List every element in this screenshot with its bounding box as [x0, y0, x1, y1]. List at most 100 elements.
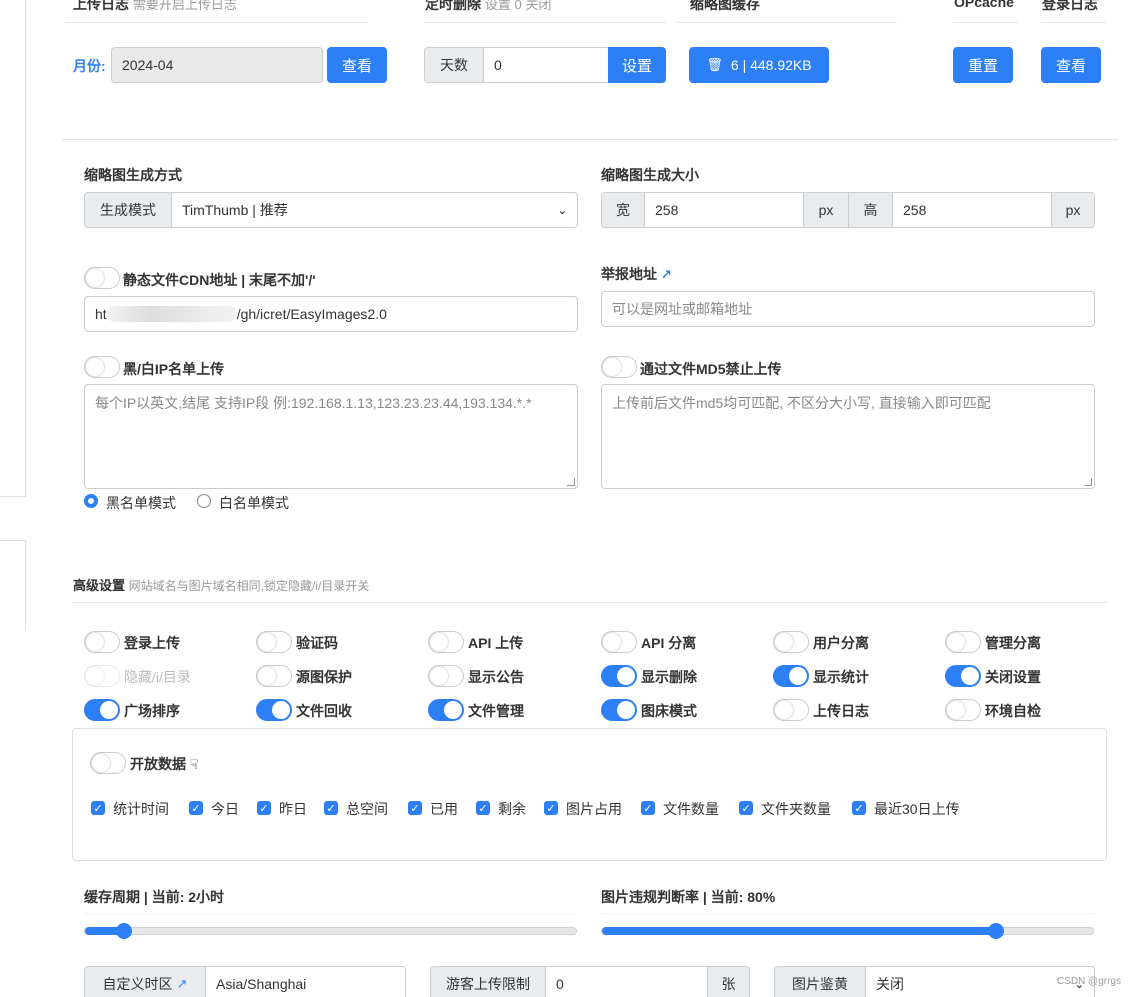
open-data-checkbox[interactable]: ✓	[189, 801, 203, 815]
open-data-checkbox[interactable]: ✓	[408, 801, 422, 815]
advanced-toggle[interactable]	[945, 631, 981, 653]
resize-handle[interactable]	[1084, 478, 1092, 486]
open-data-checkbox[interactable]: ✓	[324, 801, 338, 815]
md5-placeholder: 上传前后文件md5均可匹配, 不区分大小写, 直接输入即可匹配	[612, 395, 991, 411]
view-upload-log-button[interactable]: 查看	[327, 47, 387, 83]
md5-toggle[interactable]	[601, 356, 637, 378]
open-data-checkbox-label: 图片占用	[566, 801, 622, 817]
open-data-toggle[interactable]	[90, 752, 126, 774]
whitelist-radio[interactable]	[197, 494, 211, 508]
open-data-label-text: 开放数据	[130, 756, 186, 772]
advanced-toggle[interactable]	[256, 665, 292, 687]
advanced-toggle[interactable]	[945, 665, 981, 687]
advanced-toggle-label: 图床模式	[641, 703, 697, 719]
days-input[interactable]: 0	[483, 47, 609, 83]
resize-handle[interactable]	[567, 478, 575, 486]
advanced-toggle[interactable]	[84, 699, 120, 721]
guest-limit-addon: 游客上传限制	[430, 966, 546, 997]
divider	[72, 602, 1107, 603]
open-data-checkbox[interactable]: ✓	[641, 801, 655, 815]
width-unit: px	[803, 192, 849, 228]
advanced-toggle[interactable]	[256, 631, 292, 653]
open-data-checkbox[interactable]: ✓	[91, 801, 105, 815]
section-divider	[62, 139, 1118, 140]
width-input[interactable]: 258	[644, 192, 804, 228]
open-data-checkbox-label: 最近30日上传	[874, 801, 960, 817]
advanced-toggle-label: 广场排序	[124, 703, 180, 719]
open-data-checkbox-label: 统计时间	[113, 801, 169, 817]
external-link-icon[interactable]: ↗	[661, 267, 672, 282]
guest-limit-input[interactable]: 0	[545, 966, 708, 997]
height-input[interactable]: 258	[892, 192, 1052, 228]
advanced-toggle[interactable]	[84, 631, 120, 653]
login-log-title: 登录日志	[1042, 0, 1098, 12]
open-data-checkbox[interactable]: ✓	[476, 801, 490, 815]
cdn-toggle[interactable]	[84, 267, 120, 289]
ip-list-placeholder: 每个IP以英文,结尾 支持IP段 例:192.168.1.13,123.23.2…	[95, 395, 532, 411]
view-login-log-button[interactable]: 查看	[1041, 47, 1101, 83]
advanced-toggle[interactable]	[601, 699, 637, 721]
advanced-toggle-label: 文件回收	[296, 703, 352, 719]
open-data-checkbox-label: 今日	[211, 801, 239, 817]
scheduled-delete-title: 定时删除 设置 0 关闭	[425, 0, 551, 14]
external-link-icon[interactable]: ↗	[177, 976, 188, 992]
height-unit: px	[1051, 192, 1095, 228]
whitelist-label: 白名单模式	[219, 495, 289, 511]
ip-list-textarea[interactable]: 每个IP以英文,结尾 支持IP段 例:192.168.1.13,123.23.2…	[84, 384, 578, 489]
thumb-mode-selected: TimThumb | 推荐	[182, 202, 288, 218]
cdn-label: 静态文件CDN地址 | 末尾不加'/'	[123, 272, 316, 288]
advanced-toggle[interactable]	[773, 631, 809, 653]
advanced-toggle-label: API 分离	[641, 635, 697, 651]
cdn-input[interactable]: ht /gh/icret/EasyImages2.0	[84, 296, 578, 332]
divider	[953, 22, 1018, 23]
open-data-checkbox-label: 剩余	[498, 801, 526, 817]
advanced-toggle[interactable]	[601, 665, 637, 687]
md5-textarea[interactable]: 上传前后文件md5均可匹配, 不区分大小写, 直接输入即可匹配	[601, 384, 1095, 489]
thumb-cache-title: 缩略图缓存	[690, 0, 760, 12]
open-data-checkbox-label: 文件夹数量	[761, 801, 831, 817]
advanced-toggle[interactable]	[428, 665, 464, 687]
open-data-checkbox[interactable]: ✓	[739, 801, 753, 815]
violation-rate-slider-thumb[interactable]	[988, 923, 1005, 939]
violation-rate-slider[interactable]	[601, 923, 1094, 939]
advanced-toggle[interactable]	[773, 665, 809, 687]
advanced-toggle[interactable]	[945, 699, 981, 721]
open-data-checkbox[interactable]: ✓	[852, 801, 866, 815]
open-data-checkbox-label: 昨日	[279, 801, 307, 817]
clear-thumb-cache-button[interactable]: 🗑 6 | 448.92KB	[689, 47, 829, 83]
report-input[interactable]: 可以是网址或邮箱地址	[601, 291, 1095, 327]
reset-opcache-button[interactable]: 重置	[953, 47, 1013, 83]
timezone-input[interactable]: Asia/Shanghai	[205, 966, 406, 997]
cache-period-slider[interactable]	[84, 923, 577, 939]
advanced-toggle	[84, 665, 120, 687]
ip-list-label: 黑/白IP名单上传	[123, 361, 225, 377]
thumb-cache-size: 6 | 448.92KB	[730, 57, 812, 73]
open-data-label: 开放数据 ☟	[130, 754, 198, 774]
thumb-size-title: 缩略图生成大小	[601, 167, 699, 183]
opcache-title: OPcache	[954, 0, 1014, 10]
month-input[interactable]: 2024-04	[111, 47, 323, 83]
ip-list-toggle[interactable]	[84, 356, 120, 378]
chevron-down-icon: ⌄	[557, 204, 567, 217]
timezone-addon: 自定义时区 ↗	[84, 966, 206, 997]
advanced-subtitle: 网站域名与图片域名相同,锁定隐藏/i/目录开关	[128, 579, 370, 593]
advanced-toggle[interactable]	[601, 631, 637, 653]
set-delete-days-button[interactable]: 设置	[608, 47, 666, 83]
scheduled-delete-title-text: 定时删除	[425, 0, 481, 12]
advanced-toggle[interactable]	[428, 631, 464, 653]
advanced-toggle[interactable]	[773, 699, 809, 721]
open-data-checkbox[interactable]: ✓	[257, 801, 271, 815]
advanced-toggle[interactable]	[428, 699, 464, 721]
divider	[1041, 22, 1106, 23]
violation-rate-slider-fill	[602, 927, 997, 935]
thumb-mode-select[interactable]: TimThumb | 推荐 ⌄	[171, 192, 578, 228]
open-data-checkbox-label: 文件数量	[663, 801, 719, 817]
nsfw-selected: 关闭	[876, 976, 904, 992]
open-data-checkbox[interactable]: ✓	[544, 801, 558, 815]
violation-rate-label: 图片违规判断率 | 当前: 80%	[601, 889, 776, 905]
advanced-toggle-label: 验证码	[296, 635, 338, 651]
advanced-toggle-label: 隐藏/i/目录	[124, 669, 191, 685]
blacklist-radio[interactable]	[84, 494, 98, 508]
advanced-toggle[interactable]	[256, 699, 292, 721]
cache-period-slider-thumb[interactable]	[116, 923, 133, 939]
